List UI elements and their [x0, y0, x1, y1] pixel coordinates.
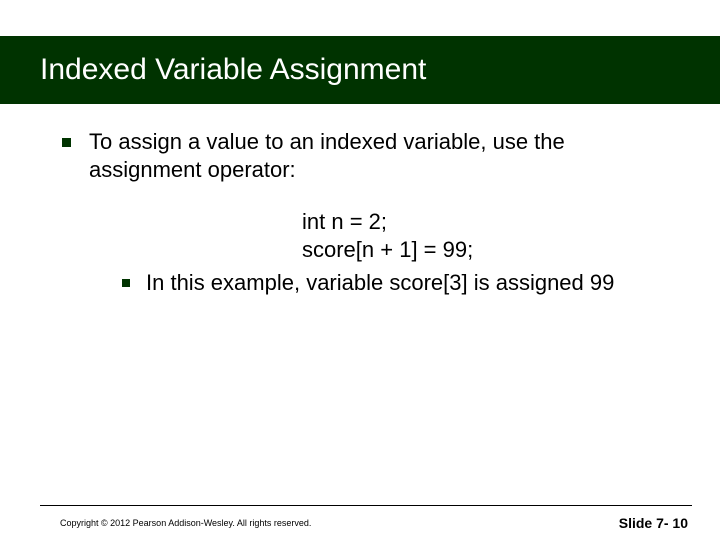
copyright-text: Copyright © 2012 Pearson Addison-Wesley.…: [60, 518, 311, 528]
slide-title: Indexed Variable Assignment: [40, 53, 426, 87]
code-line-2: score[n + 1] = 99;: [302, 236, 662, 264]
code-block: int n = 2; score[n + 1] = 99;: [302, 208, 662, 264]
footer: Copyright © 2012 Pearson Addison-Wesley.…: [0, 506, 720, 540]
main-bullet-row: To assign a value to an indexed variable…: [62, 128, 662, 184]
main-bullet-text: To assign a value to an indexed variable…: [89, 128, 662, 184]
title-band: Indexed Variable Assignment: [0, 36, 720, 104]
sub-bullet-text: In this example, variable score[3] is as…: [146, 269, 662, 297]
square-bullet-icon: [62, 138, 71, 147]
slide-content: To assign a value to an indexed variable…: [62, 128, 662, 297]
square-bullet-icon: [122, 279, 130, 287]
slide-number: Slide 7- 10: [619, 515, 688, 531]
sub-bullet-row: In this example, variable score[3] is as…: [122, 269, 662, 297]
code-line-1: int n = 2;: [302, 208, 662, 236]
